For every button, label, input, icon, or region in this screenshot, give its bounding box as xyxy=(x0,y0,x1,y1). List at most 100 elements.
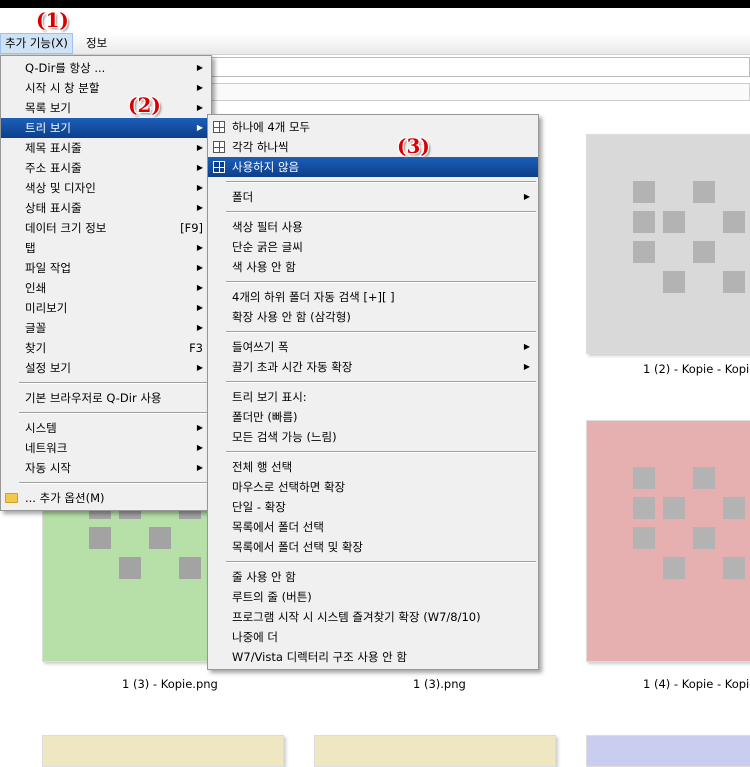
menu-item[interactable]: 나중에 더 xyxy=(208,627,538,647)
menu-item-label: 시스템 xyxy=(25,421,57,435)
submenu-arrow-icon: ▶ xyxy=(196,103,203,112)
thumbnail-blue[interactable] xyxy=(586,735,750,767)
thumbnail-pixel xyxy=(663,527,685,549)
menu-item-default-browser[interactable]: 기본 브라우저로 Q-Dir 사용 xyxy=(1,388,211,408)
menu-item[interactable]: 상태 표시줄 ▶ xyxy=(1,198,211,218)
menu-item-label: 탭 xyxy=(25,241,36,255)
menu-item-label: 찾기 xyxy=(25,341,47,355)
menu-item-label: W7/Vista 디렉터리 구조 사용 안 함 xyxy=(232,650,407,664)
thumbnail-pixel xyxy=(723,271,745,293)
menu-item-folder[interactable]: 폴더 ▶ xyxy=(208,187,538,207)
menu-item[interactable]: 각각 하나씩 xyxy=(208,137,538,157)
thumbnail-grey[interactable] xyxy=(586,134,750,354)
thumbnail-pixel xyxy=(603,211,625,233)
menu-item[interactable]: W7/Vista 디렉터리 구조 사용 안 함 xyxy=(208,647,538,667)
menu-item[interactable]: 색상 및 디자인 ▶ xyxy=(1,178,211,198)
menu-item[interactable]: 목록 보기 ▶ xyxy=(1,98,211,118)
menu-item[interactable]: 시작 시 창 분할 ▶ xyxy=(1,78,211,98)
menu-item[interactable]: 사용하지 않음 xyxy=(208,157,538,177)
thumbnail-pixel xyxy=(633,497,655,519)
menu-item[interactable]: 들여쓰기 폭 ▶ xyxy=(208,337,538,357)
menu-item[interactable]: 목록에서 폴더 선택 및 확장 xyxy=(208,537,538,557)
thumbnail-pixel xyxy=(603,587,625,609)
menu-info[interactable]: 정보 xyxy=(82,33,111,54)
menu-item[interactable]: 파일 작업 ▶ xyxy=(1,258,211,278)
menu-item[interactable]: 제목 표시줄 ▶ xyxy=(1,138,211,158)
menu-item-label: 설정 보기 xyxy=(25,361,71,375)
menu-item[interactable]: 설정 보기 ▶ xyxy=(1,358,211,378)
submenu-arrow-icon: ▶ xyxy=(523,342,530,351)
thumbnail-red[interactable] xyxy=(586,420,750,662)
menu-item[interactable]: 확장 사용 안 함 (삼각형) xyxy=(208,307,538,327)
thumbnail-pixel xyxy=(723,211,745,233)
thumbnail-pixel xyxy=(633,437,655,459)
address-bar[interactable] xyxy=(200,57,750,77)
thumbnail-pixel xyxy=(693,211,715,233)
thumbnail-yellow[interactable] xyxy=(42,735,284,767)
menu-item[interactable]: 시스템 ▶ xyxy=(1,418,211,438)
thumbnail-pixel xyxy=(693,497,715,519)
menu-item[interactable]: 하나에 4개 모두 xyxy=(208,117,538,137)
menu-item[interactable]: 색상 필터 사용 xyxy=(208,217,538,237)
submenu-arrow-icon: ▶ xyxy=(196,243,203,252)
menu-item[interactable]: 단일 - 확장 xyxy=(208,497,538,517)
thumbnail-pixel xyxy=(633,181,655,203)
shortcut-label: [F9] xyxy=(180,221,203,235)
thumbnail-pixel xyxy=(603,271,625,293)
menu-item[interactable]: 루트의 줄 (버튼) xyxy=(208,587,538,607)
menu-item[interactable]: Q-Dir를 항상 ... ▶ xyxy=(1,58,211,78)
menu-item-label: 색 사용 안 함 xyxy=(232,260,296,274)
menu-item[interactable]: 끌기 초과 시간 자동 확장 ▶ xyxy=(208,357,538,377)
thumbnail-pixel xyxy=(59,557,81,579)
menu-item[interactable]: 인쇄 ▶ xyxy=(1,278,211,298)
menu-item[interactable]: 전체 행 선택 xyxy=(208,457,538,477)
menu-item[interactable]: 글꼴 ▶ xyxy=(1,318,211,338)
menu-item-label: 목록에서 폴더 선택 및 확장 xyxy=(232,540,364,554)
menu-item-label: 프로그램 시작 시 시스템 즐겨찾기 확장 (W7/8/10) xyxy=(232,610,481,624)
menu-separator xyxy=(226,281,536,283)
menu-item[interactable]: 주소 표시줄 ▶ xyxy=(1,158,211,178)
thumbnail-caption: 1 (3) - Kopie.png xyxy=(122,677,218,691)
menu-item-label: 나중에 더 xyxy=(232,630,278,644)
menu-item[interactable]: 프로그램 시작 시 시스템 즐겨찾기 확장 (W7/8/10) xyxy=(208,607,538,627)
menu-item[interactable]: 줄 사용 안 함 xyxy=(208,567,538,587)
menu-item[interactable]: 데이터 크기 정보 [F9] xyxy=(1,218,211,238)
menu-item[interactable]: 네트워크 ▶ xyxy=(1,438,211,458)
thumbnail-yellow[interactable] xyxy=(314,735,556,767)
menu-extras[interactable]: 추가 기능(X) xyxy=(0,33,73,54)
menu-item[interactable]: 미리보기 ▶ xyxy=(1,298,211,318)
menu-item-label: 끌기 초과 시간 자동 확장 xyxy=(232,360,353,374)
menu-item[interactable]: 자동 시작 ▶ xyxy=(1,458,211,478)
menu-item[interactable]: 목록에서 폴더 선택 xyxy=(208,517,538,537)
menu-item[interactable]: 트리 보기 표시: xyxy=(208,387,538,407)
menu-item[interactable]: 찾기 F3 xyxy=(1,338,211,358)
menu-item-label: 시작 시 창 분할 xyxy=(25,81,100,95)
menu-item-label: 인쇄 xyxy=(25,281,47,295)
grid-icon xyxy=(213,141,225,153)
menu-item[interactable]: 폴더만 (빠름) xyxy=(208,407,538,427)
menu-item-label: 네트워크 xyxy=(25,441,68,455)
thumbnail-pixel xyxy=(693,437,715,459)
menu-item-label: 폴더만 (빠름) xyxy=(232,410,298,424)
menu-item[interactable]: 4개의 하위 폴더 자동 검색 [+][ ] xyxy=(208,287,538,307)
thumbnail-caption: 1 (3).png xyxy=(413,677,466,691)
menu-item[interactable]: 마우스로 선택하면 확장 xyxy=(208,477,538,497)
menu-item-label: 단순 굵은 글씨 xyxy=(232,240,303,254)
menu-item[interactable]: 색 사용 안 함 xyxy=(208,257,538,277)
menu-item[interactable]: 트리 보기 ▶ xyxy=(1,118,211,138)
menu-item-label: 단일 - 확장 xyxy=(232,500,286,514)
thumbnail-pixel xyxy=(179,557,201,579)
submenu-arrow-icon: ▶ xyxy=(196,83,203,92)
menu-item-more-options[interactable]: ... 추가 옵션(M) xyxy=(1,488,211,508)
thumbnail-pixel xyxy=(693,181,715,203)
thumbnail-pixel xyxy=(723,527,745,549)
menu-item[interactable]: 단순 굵은 글씨 xyxy=(208,237,538,257)
thumbnail-pixel xyxy=(693,151,715,173)
thumbnail-pixel xyxy=(633,467,655,489)
thumbnail-pixel xyxy=(119,557,141,579)
menu-item[interactable]: 모든 검색 가능 (느림) xyxy=(208,427,538,447)
menu-item-label: 상태 표시줄 xyxy=(25,201,82,215)
menu-item[interactable]: 탭 ▶ xyxy=(1,238,211,258)
thumbnail-pixel xyxy=(723,151,745,173)
annotation-3: (3) xyxy=(397,134,430,158)
